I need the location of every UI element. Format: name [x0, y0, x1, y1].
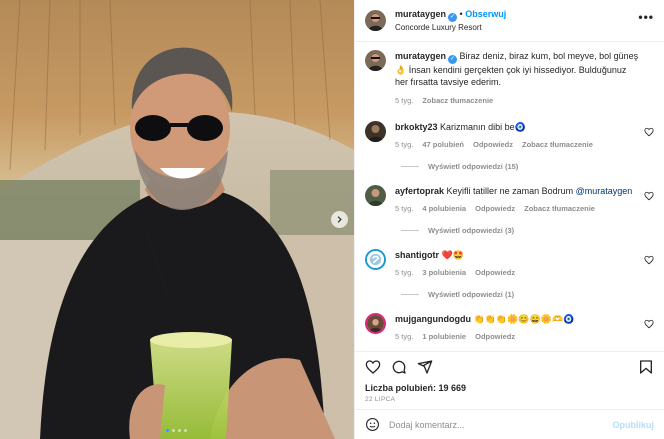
- comment-item: ayfertoprak Keyifli tatiller ne zaman Bo…: [365, 185, 654, 213]
- comment-likes[interactable]: 4 polubienia: [422, 204, 466, 213]
- caption-username[interactable]: murataygen: [395, 51, 446, 61]
- translate-link[interactable]: Zobacz tłumaczenie: [522, 140, 593, 149]
- comment-mention-link[interactable]: @murataygen: [576, 186, 633, 196]
- reply-button[interactable]: Odpowiedz: [475, 332, 515, 341]
- share-icon[interactable]: [417, 359, 433, 375]
- comments-list: murataygen ✓ Biraz deniz, biraz kum, bol …: [355, 42, 664, 351]
- avatar[interactable]: [365, 50, 386, 71]
- comment-username[interactable]: mujgangundogdu: [395, 314, 471, 324]
- carousel-dot: [178, 429, 181, 432]
- like-comment-heart-icon[interactable]: [644, 191, 654, 201]
- comment-likes[interactable]: 47 polubień: [422, 140, 464, 149]
- avatar[interactable]: [365, 121, 386, 142]
- comment-time[interactable]: 5 tyg.: [395, 268, 413, 277]
- comment-text: ❤️🤩: [441, 250, 464, 260]
- reply-button[interactable]: Odpowiedz: [473, 140, 513, 149]
- avatar-image: [365, 10, 386, 31]
- like-comment-heart-icon[interactable]: [644, 127, 654, 137]
- chevron-right-icon: [337, 216, 342, 223]
- post-photo[interactable]: [0, 0, 354, 439]
- avatar[interactable]: [365, 313, 386, 334]
- view-replies-label: Wyświetl odpowiedzi (3): [428, 226, 515, 235]
- more-options-icon[interactable]: •••: [638, 10, 654, 24]
- post-side-panel: murataygen ✓ • Obserwuj Concorde Luxury R…: [354, 0, 664, 439]
- comment-item: brkokty23 Karizmanın dibi be🧿 5 tyg. 47 …: [365, 121, 654, 149]
- avatar-image: [365, 121, 386, 142]
- post-caption: murataygen ✓ Biraz deniz, biraz kum, bol …: [365, 50, 654, 105]
- post-author-username[interactable]: murataygen: [395, 9, 446, 19]
- comment-text: 👏👏👏🌼😊😄🌼🫶🧿: [473, 314, 575, 324]
- translate-link[interactable]: Zobacz tłumaczenie: [524, 204, 595, 213]
- emoji-icon[interactable]: [365, 417, 380, 432]
- view-replies-button[interactable]: Wyświetl odpowiedzi (15): [401, 162, 654, 171]
- comment-item: shantigotr ❤️🤩 5 tyg. 3 polubienia Odpow…: [365, 249, 654, 277]
- view-replies-label: Wyświetl odpowiedzi (1): [428, 290, 515, 299]
- comment-time[interactable]: 5 tyg.: [395, 332, 413, 341]
- view-replies-button[interactable]: Wyświetl odpowiedzi (3): [401, 226, 654, 235]
- avatar[interactable]: [365, 10, 386, 31]
- avatar[interactable]: [365, 249, 386, 270]
- carousel-dots: [166, 429, 187, 432]
- view-replies-button[interactable]: Wyświetl odpowiedzi (1): [401, 290, 654, 299]
- avatar-image: [367, 251, 384, 268]
- like-comment-heart-icon[interactable]: [644, 255, 654, 265]
- next-photo-button[interactable]: [331, 211, 348, 228]
- comment-text: Keyifli tatiller ne zaman Bodrum: [446, 186, 574, 196]
- replies-line: [401, 294, 419, 295]
- comment-time[interactable]: 5 tyg.: [395, 140, 413, 149]
- comment-likes[interactable]: 1 polubienie: [422, 332, 466, 341]
- verified-badge-icon: ✓: [448, 12, 458, 22]
- reply-button[interactable]: Odpowiedz: [475, 268, 515, 277]
- post-comment-button[interactable]: Opublikuj: [613, 420, 655, 430]
- avatar-image: [367, 315, 384, 332]
- comment-username[interactable]: brkokty23: [395, 122, 438, 132]
- comment-time[interactable]: 5 tyg.: [395, 204, 413, 213]
- carousel-dot: [172, 429, 175, 432]
- post-action-bar: [355, 351, 664, 381]
- reply-button[interactable]: Odpowiedz: [475, 204, 515, 213]
- comment-icon[interactable]: [391, 359, 407, 375]
- avatar-image: [365, 50, 386, 71]
- caption-time[interactable]: 5 tyg.: [395, 96, 413, 105]
- comment-likes[interactable]: 3 polubienia: [422, 268, 466, 277]
- carousel-dot: [166, 429, 169, 432]
- view-replies-label: Wyświetl odpowiedzi (15): [428, 162, 519, 171]
- replies-line: [401, 230, 419, 231]
- translate-link[interactable]: Zobacz tłumaczenie: [422, 96, 493, 105]
- like-comment-heart-icon[interactable]: [644, 319, 654, 329]
- follow-button[interactable]: Obserwuj: [465, 9, 506, 19]
- avatar-image: [365, 185, 386, 206]
- add-comment-bar: Opublikuj: [355, 409, 664, 439]
- dot-separator: •: [459, 8, 463, 19]
- comment-input[interactable]: [389, 419, 613, 430]
- comment-text: Karizmanın dibi be🧿: [440, 122, 526, 132]
- comment-username[interactable]: shantigotr: [395, 250, 439, 260]
- post-location[interactable]: Concorde Luxury Resort: [395, 22, 506, 34]
- likes-count[interactable]: Liczba polubień: 19 669: [355, 381, 664, 393]
- post-photo-image: [0, 0, 354, 439]
- comment-item: mujgangundogdu 👏👏👏🌼😊😄🌼🫶🧿 5 tyg. 1 polubi…: [365, 313, 654, 341]
- replies-line: [401, 166, 419, 167]
- carousel-dot: [184, 429, 187, 432]
- post-header: murataygen ✓ • Obserwuj Concorde Luxury R…: [355, 0, 664, 42]
- verified-badge-icon: ✓: [448, 55, 458, 64]
- heart-icon[interactable]: [365, 359, 381, 375]
- post-date[interactable]: 22 LIPCA: [355, 393, 664, 409]
- comment-username[interactable]: ayfertoprak: [395, 186, 444, 196]
- avatar[interactable]: [365, 185, 386, 206]
- bookmark-icon[interactable]: [638, 359, 654, 375]
- instagram-post-modal: murataygen ✓ • Obserwuj Concorde Luxury R…: [0, 0, 664, 439]
